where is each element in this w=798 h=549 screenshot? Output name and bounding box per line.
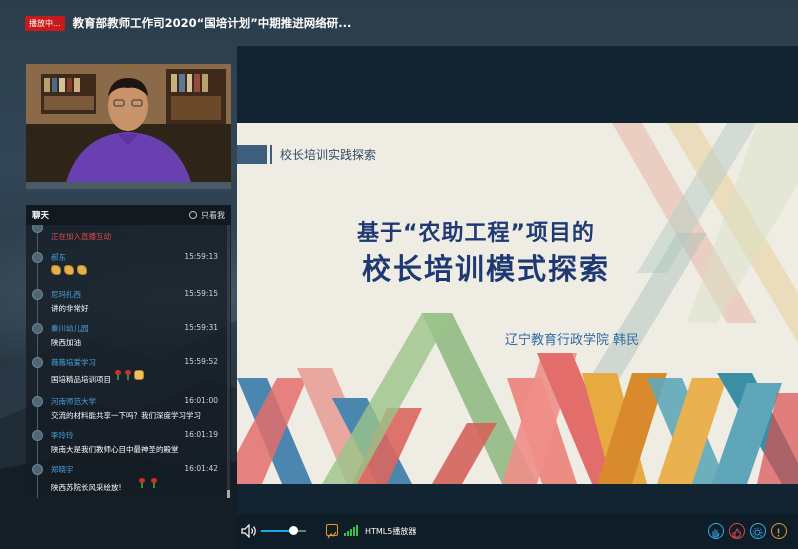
chat-username[interactable]: 秦川幼儿园 (51, 323, 89, 334)
chat-time: 16:01:42 (184, 464, 218, 473)
avatar (32, 464, 43, 475)
chat-text: 讲的非常好 (51, 304, 89, 313)
emoji-group (51, 265, 87, 275)
avatar (32, 430, 43, 441)
slide-header: 校长培训实践探索 (237, 144, 376, 164)
player-controls: HTML5播放器 (237, 514, 798, 549)
presenter-image (26, 64, 231, 182)
slide-header-label: 校长培训实践探索 (280, 147, 377, 162)
emoji-group (138, 478, 158, 488)
volume-slider-fill (261, 530, 293, 532)
clap-emoji-icon (51, 265, 61, 275)
webcam-footer (26, 182, 231, 189)
slide-title-line1: 基于“农助工程”项目的 (357, 221, 595, 246)
clap-emoji-icon (77, 265, 87, 275)
clap-emoji-icon (64, 265, 74, 275)
chat-time: 15:59:15 (184, 289, 218, 298)
chat-username[interactable]: 尼玛扎西 (51, 289, 81, 300)
chat-text: 陕西苏院长风采绘放! (51, 483, 122, 492)
slide-header-divider (270, 144, 272, 164)
chat-time: 16:01:00 (184, 396, 218, 405)
chat-message-list[interactable]: 正在加入直播互动 郝东 15:59:13 尼玛扎西 15:59:15 讲的非常好… (26, 225, 231, 498)
chat-title: 聊天 (32, 211, 50, 221)
rose-emoji-icon (124, 370, 132, 380)
chat-username[interactable]: 郝东 (51, 252, 66, 263)
presenter-webcam[interactable] (26, 64, 231, 182)
signal-strength-icon (344, 525, 358, 536)
header: 播放中... 教育部教师工作司2020“国培计划”中期推进网络研... (0, 0, 798, 46)
rose-emoji-icon (150, 478, 158, 488)
chat-text: 陕西加油 (51, 338, 81, 347)
avatar (32, 252, 43, 263)
chat-time: 15:59:13 (184, 252, 218, 261)
chat-header: 聊天 只看我 (26, 205, 231, 225)
avatar (32, 396, 43, 407)
slide-author: 辽宁教育行政学院 韩民 (505, 333, 640, 348)
chat-text: 陕南大是我们教师心目中最神圣的殿堂 (51, 445, 179, 454)
emoji-group (114, 370, 144, 380)
chat-time: 15:59:31 (184, 323, 218, 332)
presentation-slide: 校长培训实践探索 基于“农助工程”项目的 校长培训模式探索 辽宁教育行政学院 韩… (237, 123, 798, 484)
only-me-checkbox[interactable] (189, 211, 197, 219)
chat-username[interactable]: 李玲玲 (51, 430, 74, 441)
chat-username[interactable]: 郑晓宇 (51, 464, 74, 475)
thumbs-up-emoji-icon (134, 370, 144, 380)
chat-scrollbar[interactable] (227, 225, 230, 498)
quality-icon[interactable] (326, 524, 338, 539)
player-type-label: HTML5播放器 (365, 527, 417, 536)
chat-time: 16:01:19 (184, 430, 218, 439)
avatar (32, 357, 43, 368)
like-icon[interactable] (729, 523, 745, 539)
chat-username[interactable]: 河南师范大学 (51, 396, 96, 407)
slide-decoration (237, 123, 798, 484)
chat-scroll-thumb[interactable] (227, 490, 230, 498)
avatar (32, 323, 43, 334)
settings-icon[interactable] (750, 523, 766, 539)
hand-raise-icon[interactable] (708, 523, 724, 539)
slide-header-bar (237, 144, 267, 164)
chat-time: 15:59:52 (184, 357, 218, 366)
rose-emoji-icon (114, 370, 122, 380)
avatar (32, 225, 43, 233)
chat-text: 国培精品培训项目 (51, 375, 111, 384)
stream-title: 教育部教师工作司2020“国培计划”中期推进网络研... (72, 16, 352, 30)
chat-panel: 聊天 只看我 正在加入直播互动 郝东 15:59:13 尼玛扎西 15:59:1… (26, 205, 231, 498)
avatar (32, 289, 43, 300)
only-me-label: 只看我 (201, 210, 225, 220)
volume-slider[interactable] (261, 526, 306, 535)
chat-text: 交流的材料能共享一下吗？我们深度学习学习 (51, 411, 201, 420)
volume-icon[interactable] (241, 524, 257, 538)
rose-emoji-icon (138, 478, 146, 488)
main-video-area[interactable]: 校长培训实践探索 基于“农助工程”项目的 校长培训模式探索 辽宁教育行政学院 韩… (237, 46, 798, 514)
slide-title-line2: 校长培训模式探索 (362, 252, 611, 286)
chat-username[interactable]: 薇薇培爱学习 (51, 357, 96, 368)
volume-slider-knob[interactable] (288, 526, 298, 535)
live-badge: 播放中... (25, 15, 65, 31)
system-message: 正在加入直播互动 (51, 232, 111, 241)
only-me-toggle[interactable]: 只看我 (189, 210, 225, 221)
info-icon[interactable] (771, 523, 787, 539)
